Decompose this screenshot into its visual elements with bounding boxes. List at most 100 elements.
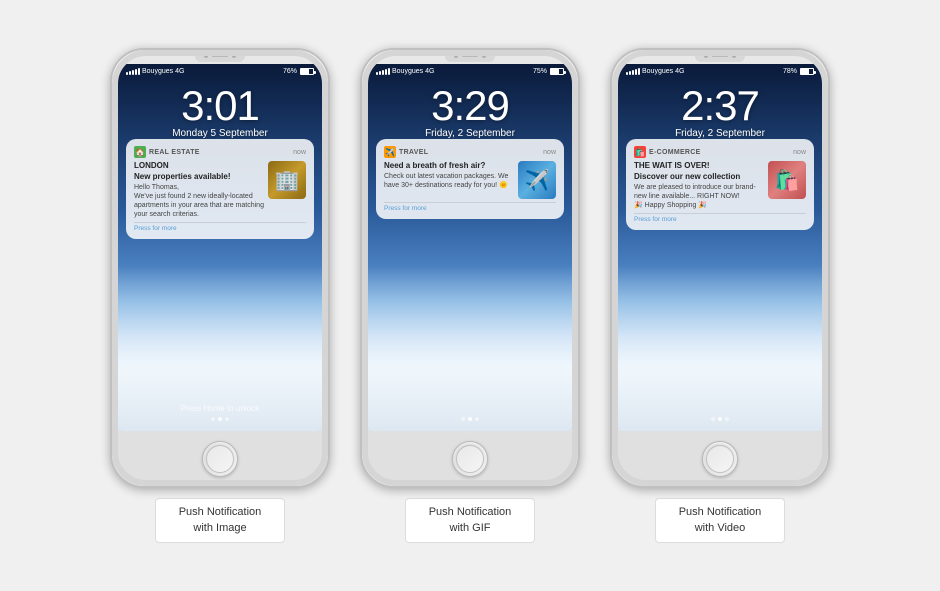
signal-dot-5 xyxy=(638,68,640,75)
notif-app-info: ✈️ TRAVEL xyxy=(384,146,428,158)
time-display: 2:37 xyxy=(618,82,822,130)
home-button-2[interactable] xyxy=(452,441,488,477)
phone-screen-1: Bouygues 4G 76% 3:01 Monday 5 September xyxy=(118,64,322,431)
speaker-slot xyxy=(212,55,228,57)
page-dot-1 xyxy=(461,417,465,421)
page-dot-2 xyxy=(468,417,472,421)
page-dots xyxy=(618,417,822,421)
notif-message: We are pleased to introduce our brand-ne… xyxy=(634,183,764,210)
notif-app-info: 🏠 REAL ESTATE xyxy=(134,146,200,158)
notif-timestamp: now xyxy=(793,149,806,156)
lock-time-2: 3:29 Friday, 2 September xyxy=(368,82,572,139)
thumbnail-image: 🏢 xyxy=(268,161,306,199)
carrier-text: Bouygues xyxy=(642,68,673,75)
home-button-inner xyxy=(456,445,484,473)
press-home-text: Press Home to unlock xyxy=(118,404,322,413)
status-right: 76% xyxy=(283,68,314,75)
notif-text-content: LONDON New properties available! Hello T… xyxy=(134,161,264,219)
notif-body: Need a breath of fresh air? Check out la… xyxy=(384,161,556,199)
home-button-3[interactable] xyxy=(702,441,738,477)
carrier-text: Bouygues xyxy=(392,68,423,75)
notif-press-more: Press for more xyxy=(384,202,556,212)
status-bar-1: Bouygues 4G 76% xyxy=(118,68,322,75)
home-button-1[interactable] xyxy=(202,441,238,477)
page-dots xyxy=(118,417,322,421)
date-display: Friday, 2 September xyxy=(368,128,572,139)
signal-dot-5 xyxy=(138,68,140,75)
caption-box-2: Push Notificationwith GIF xyxy=(405,498,535,543)
page-dot-3 xyxy=(475,417,479,421)
signal-icon xyxy=(626,68,640,75)
signal-dot-2 xyxy=(379,71,381,75)
status-left: Bouygues 4G xyxy=(126,68,184,75)
battery-fill xyxy=(801,69,809,74)
notif-thumbnail: 🏢 xyxy=(268,161,306,199)
notif-header: ✈️ TRAVEL now xyxy=(384,146,556,158)
notif-app-name: TRAVEL xyxy=(399,149,428,156)
notif-message: Check out latest vacation packages. We h… xyxy=(384,172,514,190)
carrier-text: Bouygues xyxy=(142,68,173,75)
camera-dot-2 xyxy=(732,54,736,58)
status-right: 75% xyxy=(533,68,564,75)
time-display: 3:01 xyxy=(118,82,322,130)
notif-app-icon: ✈️ xyxy=(384,146,396,158)
notif-thumbnail: ✈️ xyxy=(518,161,556,199)
notif-title: LONDON xyxy=(134,161,264,170)
signal-icon xyxy=(376,68,390,75)
status-bar-3: Bouygues 4G 78% xyxy=(618,68,822,75)
camera-area-3 xyxy=(695,50,745,62)
signal-dot-2 xyxy=(129,71,131,75)
camera-dot xyxy=(704,54,708,58)
speaker-slot xyxy=(462,55,478,57)
home-button-inner xyxy=(706,445,734,473)
phone-1: Bouygues 4G 76% 3:01 Monday 5 September xyxy=(110,48,330,488)
signal-dot-4 xyxy=(135,69,137,75)
signal-dot-3 xyxy=(132,70,134,75)
battery-icon xyxy=(550,68,564,75)
notif-app-name: REAL ESTATE xyxy=(149,149,200,156)
thumbnail-image: 🛍️ xyxy=(768,161,806,199)
notif-app-icon: 🏠 xyxy=(134,146,146,158)
page-dot-1 xyxy=(211,417,215,421)
network-text: 4G xyxy=(175,68,184,75)
notif-press-more: Press for more xyxy=(134,222,306,232)
notif-title: Need a breath of fresh air? xyxy=(384,161,514,170)
phone-3: Bouygues 4G 78% 2:37 Friday, 2 September xyxy=(610,48,830,488)
phone-bottom-2 xyxy=(362,431,578,486)
notif-title: THE WAIT IS OVER! xyxy=(634,161,764,170)
phone-bottom-1 xyxy=(112,431,328,486)
phones-container: Bouygues 4G 76% 3:01 Monday 5 September xyxy=(100,28,840,563)
notif-subtitle: Discover our new collection xyxy=(634,172,764,181)
battery-fill xyxy=(301,69,309,74)
camera-dot-2 xyxy=(482,54,486,58)
battery-fill xyxy=(551,69,559,74)
lock-time-1: 3:01 Monday 5 September xyxy=(118,82,322,139)
cloud-overlay xyxy=(618,266,822,431)
page-dot-3 xyxy=(725,417,729,421)
notif-subtitle: New properties available! xyxy=(134,172,264,181)
camera-area-2 xyxy=(445,50,495,62)
signal-dot-4 xyxy=(635,69,637,75)
lock-time-3: 2:37 Friday, 2 September xyxy=(618,82,822,139)
caption-box-3: Push Notificationwith Video xyxy=(655,498,785,543)
notif-timestamp: now xyxy=(293,149,306,156)
battery-icon xyxy=(300,68,314,75)
notif-text-content: Need a breath of fresh air? Check out la… xyxy=(384,161,514,190)
notification-card-2: ✈️ TRAVEL now Need a breath of fresh air… xyxy=(376,139,564,219)
phone-2: Bouygues 4G 75% 3:29 Friday, 2 September xyxy=(360,48,580,488)
signal-dot-5 xyxy=(388,68,390,75)
notif-press-more: Press for more xyxy=(634,213,806,223)
notif-body: THE WAIT IS OVER! Discover our new colle… xyxy=(634,161,806,210)
notif-app-info: 🛍️ E-COMMERCE xyxy=(634,146,701,158)
camera-dot xyxy=(454,54,458,58)
cloud-layer xyxy=(368,266,572,431)
camera-dot xyxy=(204,54,208,58)
signal-dot-3 xyxy=(382,70,384,75)
notif-app-icon: 🛍️ xyxy=(634,146,646,158)
time-display: 3:29 xyxy=(368,82,572,130)
status-right: 78% xyxy=(783,68,814,75)
page-dot-2 xyxy=(718,417,722,421)
page-dot-3 xyxy=(225,417,229,421)
speaker-slot xyxy=(712,55,728,57)
notif-header: 🏠 REAL ESTATE now xyxy=(134,146,306,158)
